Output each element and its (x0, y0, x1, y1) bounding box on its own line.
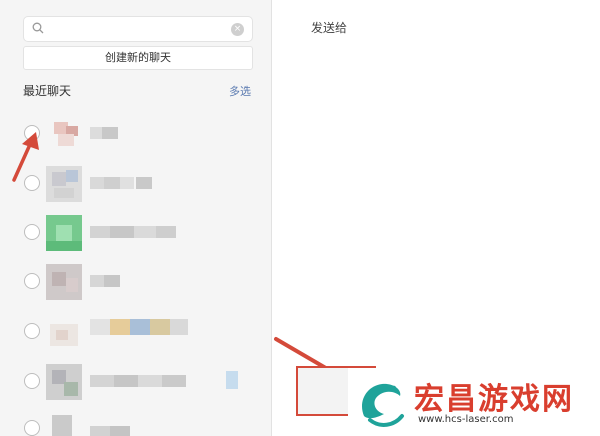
send-to-label: 发送给 (311, 21, 348, 35)
avatar (46, 166, 82, 202)
dragon-logo-icon (362, 383, 404, 427)
contact-row[interactable] (0, 311, 272, 355)
select-radio[interactable] (24, 224, 40, 240)
contact-name-blurred (90, 319, 200, 335)
avatar (46, 264, 82, 300)
contact-picker-panel: × 创建新的聊天 最近聊天 多选 (0, 0, 272, 436)
search-box[interactable]: × (23, 16, 253, 42)
avatar (46, 411, 82, 436)
contact-row[interactable] (0, 212, 272, 256)
contact-name-blurred (90, 371, 240, 389)
contact-row[interactable] (0, 261, 272, 305)
avatar (46, 116, 82, 152)
red-arrow-icon (12, 132, 39, 182)
multi-select-link[interactable]: 多选 (229, 83, 251, 99)
select-radio[interactable] (24, 273, 40, 289)
contact-row[interactable] (0, 361, 272, 405)
contact-name-blurred (90, 226, 180, 238)
select-radio[interactable] (24, 373, 40, 389)
contact-row[interactable] (0, 408, 272, 436)
avatar (46, 215, 82, 251)
contact-name-blurred (90, 177, 160, 189)
avatar (46, 364, 82, 400)
contact-name-blurred (90, 426, 150, 436)
create-new-chat-button[interactable]: 创建新的聊天 (23, 46, 253, 70)
search-input[interactable] (50, 20, 220, 38)
clear-icon[interactable]: × (231, 23, 244, 36)
select-radio[interactable] (24, 420, 40, 436)
search-icon (32, 22, 44, 34)
avatar (46, 314, 82, 350)
contact-name-blurred (90, 275, 130, 287)
select-radio[interactable] (24, 323, 40, 339)
watermark-url: www.hcs-laser.com (418, 414, 514, 425)
site-watermark: 宏昌游戏网 www.hcs-laser.com (348, 368, 600, 436)
recent-chats-title: 最近聊天 (23, 84, 72, 98)
watermark-title: 宏昌游戏网 (414, 382, 574, 417)
